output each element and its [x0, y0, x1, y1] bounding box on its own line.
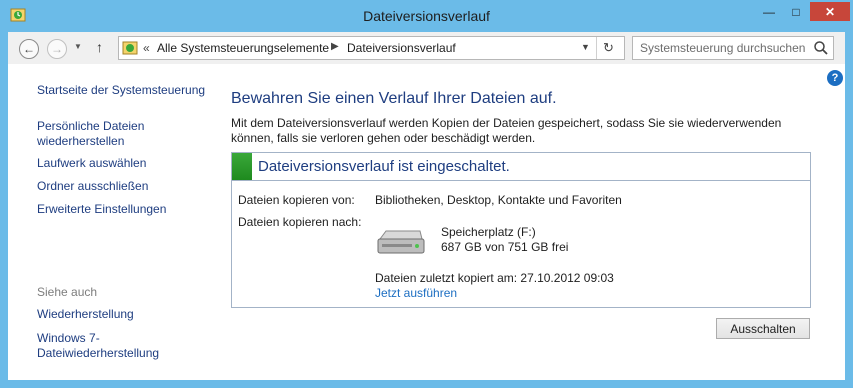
address-divider — [596, 37, 597, 59]
navigation-bar: ← → ▼ ↑ « Alle Systemsteuerungselemente … — [8, 32, 845, 64]
title-bar[interactable]: Dateiversionsverlauf — □ ✕ — [0, 0, 853, 32]
breadcrumb-separator-icon[interactable]: ▶ — [331, 41, 339, 52]
window-frame: Dateiversionsverlauf — □ ✕ ← → ▼ ↑ « All… — [0, 0, 853, 388]
sidebar-recovery[interactable]: Wiederherstellung — [37, 307, 134, 322]
copy-from-label: Dateien kopieren von: — [238, 193, 355, 207]
sidebar-exclude-folders[interactable]: Ordner ausschließen — [37, 179, 148, 194]
page-description: Mit dem Dateiversionsverlauf werden Kopi… — [231, 116, 782, 145]
run-now-link[interactable]: Jetzt ausführen — [375, 286, 457, 300]
breadcrumb-overflow[interactable]: « — [143, 41, 150, 55]
help-icon[interactable]: ? — [827, 70, 843, 86]
search-icon[interactable] — [813, 40, 829, 56]
status-title: Dateiversionsverlauf ist eingeschaltet. — [258, 158, 510, 175]
address-bar[interactable]: « Alle Systemsteuerungselemente ▶ Dateiv… — [118, 36, 625, 60]
sidebar-windows7-file-recovery[interactable]: Windows 7-Dateiwiederherstellung — [37, 331, 187, 361]
breadcrumb-file-history[interactable]: Dateiversionsverlauf — [347, 41, 456, 55]
close-button[interactable]: ✕ — [810, 2, 850, 21]
drive-free-space: 687 GB von 751 GB frei — [441, 240, 569, 254]
status-header: Dateiversionsverlauf ist eingeschaltet. — [232, 153, 810, 181]
back-button[interactable]: ← — [19, 39, 39, 59]
recent-locations-dropdown[interactable]: ▼ — [74, 42, 82, 51]
sidebar-select-drive[interactable]: Laufwerk auswählen — [37, 156, 146, 171]
maximize-button[interactable]: □ — [783, 2, 809, 21]
copy-to-label: Dateien kopieren nach: — [238, 215, 362, 229]
drive-name: Speicherplatz (F:) — [441, 225, 536, 239]
window-title: Dateiversionsverlauf — [363, 8, 490, 24]
minimize-button[interactable]: — — [756, 2, 782, 21]
forward-button[interactable]: → — [47, 39, 67, 59]
copy-from-value: Bibliotheken, Desktop, Kontakte und Favo… — [375, 193, 622, 207]
last-copied-text: Dateien zuletzt kopiert am: 27.10.2012 0… — [375, 271, 614, 285]
address-dropdown-icon[interactable]: ▼ — [581, 42, 590, 52]
control-panel-icon — [122, 41, 138, 55]
see-also-heading: Siehe auch — [37, 285, 98, 299]
breadcrumb-all-control-panel-items[interactable]: Alle Systemsteuerungselemente — [157, 41, 329, 55]
page-heading: Bewahren Sie einen Verlauf Ihrer Dateien… — [231, 90, 557, 107]
sidebar-advanced-settings[interactable]: Erweiterte Einstellungen — [37, 202, 166, 217]
search-input[interactable]: Systemsteuerung durchsuchen — [640, 41, 805, 55]
status-indicator — [232, 153, 252, 180]
up-button[interactable]: ↑ — [96, 39, 103, 55]
status-panel: Dateiversionsverlauf ist eingeschaltet. … — [231, 152, 811, 308]
turn-off-button[interactable]: Ausschalten — [716, 318, 810, 339]
refresh-icon[interactable]: ↻ — [603, 40, 614, 56]
content-area: ? Startseite der Systemsteuerung Persönl… — [8, 64, 845, 380]
sidebar-restore-personal-files[interactable]: Persönliche Dateien wiederherstellen — [37, 119, 167, 149]
drive-icon — [377, 230, 425, 254]
search-box[interactable]: Systemsteuerung durchsuchen — [632, 36, 834, 60]
sidebar-control-panel-home[interactable]: Startseite der Systemsteuerung — [37, 83, 205, 98]
